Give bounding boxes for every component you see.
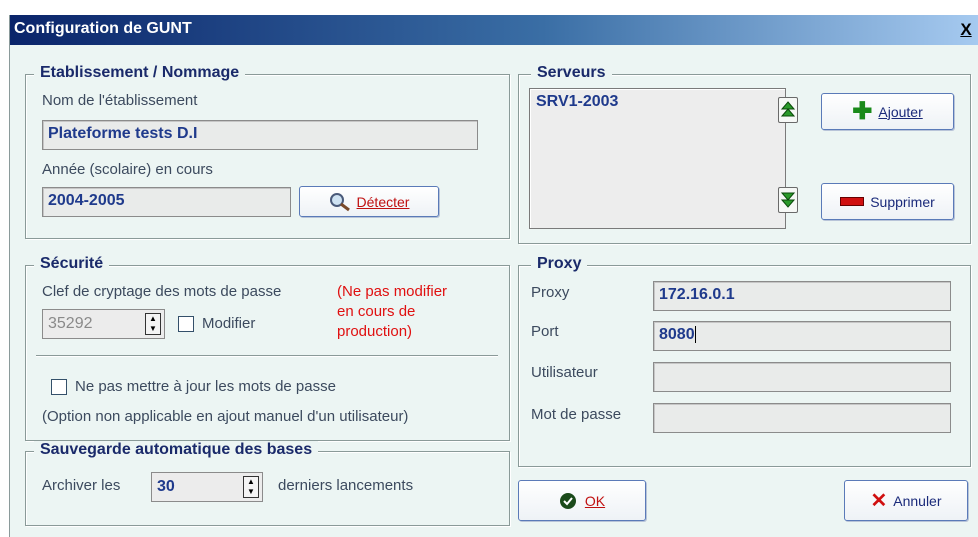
check-circle-icon [559, 492, 577, 510]
move-up-button[interactable] [778, 97, 798, 123]
clef-cryptage-value: 35292 [48, 315, 93, 332]
archiver-label: Archiver les [42, 477, 121, 494]
nepas-maj-label: Ne pas mettre à jour les mots de passe [75, 378, 336, 395]
sauvegarde-group: Sauvegarde automatique des bases Archive… [25, 441, 510, 526]
nepas-maj-checkbox[interactable] [51, 379, 67, 395]
spin-up-icon[interactable]: ▲ [146, 314, 160, 324]
warning-line-3: production) [337, 323, 413, 340]
archiver-value: 30 [157, 478, 175, 495]
list-item[interactable]: SRV1-2003 [536, 93, 779, 111]
minus-icon [840, 197, 865, 206]
modifier-checkbox[interactable] [178, 316, 194, 332]
proxy-group: Proxy Proxy 172.16.0.1 Port 8080 Utilisa… [518, 255, 971, 467]
ajouter-button[interactable]: ✚ Ajouter [821, 93, 954, 130]
proxy-label: Proxy [531, 284, 570, 301]
text-cursor [694, 326, 696, 344]
double-up-arrow-icon [781, 101, 795, 117]
clef-cryptage-spinner[interactable]: 35292 ▲ ▼ [42, 309, 165, 339]
proxy-legend: Proxy [531, 255, 588, 273]
serveurs-list[interactable]: SRV1-2003 [529, 88, 786, 229]
spin-down-icon[interactable]: ▼ [146, 324, 160, 334]
annuler-button[interactable]: ✕ Annuler [844, 480, 968, 521]
annee-scolaire-field[interactable]: 2004-2005 [42, 187, 291, 217]
derniers-label: derniers lancements [278, 477, 414, 494]
detecter-button[interactable]: Détecter [299, 186, 439, 217]
securite-group: Sécurité Clef de cryptage des mots de pa… [25, 255, 510, 441]
window-title: Configuration de GUNT [14, 20, 192, 37]
warning-line-1: (Ne pas modifier [337, 283, 448, 300]
spin-down-icon[interactable]: ▼ [244, 487, 258, 497]
archiver-spinner[interactable]: 30 ▲ ▼ [151, 472, 263, 502]
title-bar[interactable]: Configuration de GUNT X [10, 15, 978, 45]
port-field[interactable]: 8080 [653, 321, 951, 351]
nom-etablissement-label: Nom de l'établissement [42, 92, 198, 109]
securite-legend: Sécurité [34, 255, 110, 273]
ajouter-label: Ajouter [878, 103, 923, 120]
etablissement-group: Etablissement / Nommage Nom de l'établis… [25, 64, 510, 239]
utilisateur-field[interactable] [653, 362, 951, 392]
ok-button[interactable]: OK [518, 480, 646, 521]
motdepasse-label: Mot de passe [531, 406, 622, 423]
option-note: (Option non applicable en ajout manuel d… [42, 408, 409, 425]
port-label: Port [531, 323, 559, 340]
serveurs-group: Serveurs SRV1-2003 ✚ Ajouter Supprimer [518, 64, 971, 244]
etablissement-legend: Etablissement / Nommage [34, 64, 246, 82]
proxy-field[interactable]: 172.16.0.1 [653, 281, 951, 311]
annuler-label: Annuler [893, 492, 942, 509]
archiver-spinner-arrows[interactable]: ▲ ▼ [243, 476, 259, 498]
supprimer-label: Supprimer [870, 193, 935, 210]
double-down-arrow-icon [781, 192, 795, 208]
spin-up-icon[interactable]: ▲ [244, 477, 258, 487]
nom-etablissement-field[interactable]: Plateforme tests D.I [42, 120, 478, 150]
serveurs-legend: Serveurs [531, 64, 612, 82]
clef-cryptage-label: Clef de cryptage des mots de passe [42, 283, 282, 300]
annee-scolaire-label: Année (scolaire) en cours [42, 161, 213, 178]
warning-line-2: en cours de [337, 303, 416, 320]
supprimer-button[interactable]: Supprimer [821, 183, 954, 220]
plus-icon: ✚ [852, 97, 873, 125]
move-down-button[interactable] [778, 187, 798, 213]
detecter-label: Détecter [356, 193, 410, 210]
clef-spinner-arrows[interactable]: ▲ ▼ [145, 313, 161, 335]
x-cancel-icon: ✕ [870, 490, 888, 512]
close-button[interactable]: X [955, 20, 977, 40]
motdepasse-field[interactable] [653, 403, 951, 433]
ok-label: OK [584, 492, 606, 509]
port-value: 8080 [659, 326, 695, 343]
securite-separator [36, 355, 498, 357]
utilisateur-label: Utilisateur [531, 364, 598, 381]
config-dialog: Configuration de GUNT X Etablissement / … [9, 15, 978, 537]
sauvegarde-legend: Sauvegarde automatique des bases [34, 441, 319, 459]
magnifier-icon [329, 192, 351, 212]
modifier-label: Modifier [202, 315, 256, 332]
